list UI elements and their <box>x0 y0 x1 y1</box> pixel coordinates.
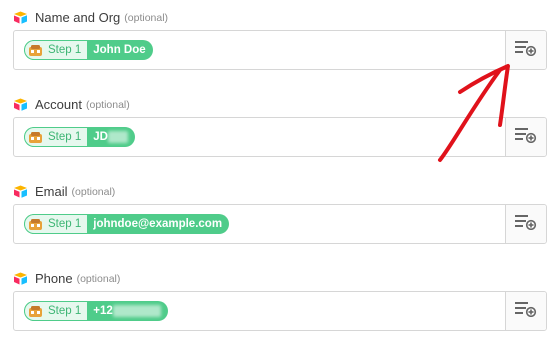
redacted-blur <box>107 130 128 143</box>
pill-step-section: Step 1 <box>24 214 89 234</box>
field-input-box[interactable]: Step 1 johndoe@example.com <box>13 204 547 244</box>
insert-data-icon <box>515 214 537 235</box>
pill-step-section: Step 1 <box>24 40 89 60</box>
airtable-logo-icon <box>13 272 28 285</box>
step-label: Step 1 <box>48 305 82 317</box>
field-label-row: Phone (optional) <box>12 268 548 288</box>
field-title: Account <box>35 96 82 112</box>
pill-value-text: +12 <box>93 305 113 318</box>
mapped-value-pill[interactable]: Step 1 John Doe <box>24 40 153 60</box>
airtable-logo-icon <box>13 98 28 111</box>
insert-data-icon <box>515 127 537 148</box>
optional-tag: (optional) <box>76 273 121 285</box>
field-label-row: Account (optional) <box>12 94 548 114</box>
insert-data-button[interactable] <box>505 118 546 156</box>
insert-data-button[interactable] <box>505 205 546 243</box>
pill-value: John Doe <box>93 44 146 56</box>
pill-value: +12 <box>88 304 168 318</box>
insert-data-icon <box>515 40 537 61</box>
field-name-and-org: Name and Org (optional) Step 1 John Doe <box>12 7 548 70</box>
field-phone: Phone (optional) Step 1 +12 <box>12 268 548 331</box>
field-email: Email (optional) Step 1 johndoe@example.… <box>12 181 548 244</box>
field-input-box[interactable]: Step 1 John Doe <box>13 30 547 70</box>
insert-data-button[interactable] <box>505 292 546 330</box>
step-label: Step 1 <box>48 131 82 143</box>
mapped-value-pill[interactable]: Step 1 +12 <box>24 301 168 321</box>
airtable-logo-icon <box>13 11 28 24</box>
insert-data-button[interactable] <box>505 31 546 69</box>
insert-data-icon <box>515 301 537 322</box>
optional-tag: (optional) <box>85 99 130 111</box>
mapped-value-pill[interactable]: Step 1 JD <box>24 127 135 147</box>
optional-tag: (optional) <box>71 186 116 198</box>
step-label: Step 1 <box>48 218 82 230</box>
field-input-box[interactable]: Step 1 +12 <box>13 291 547 331</box>
step-label: Step 1 <box>48 44 82 56</box>
app-logo-icon <box>28 131 43 144</box>
field-input-box[interactable]: Step 1 JD <box>13 117 547 157</box>
pill-step-section: Step 1 <box>24 301 89 321</box>
pill-value-text: JD <box>93 131 108 144</box>
app-logo-icon <box>28 44 43 57</box>
optional-tag: (optional) <box>124 12 169 24</box>
pill-step-section: Step 1 <box>24 127 89 147</box>
field-title: Email <box>35 183 68 199</box>
pill-value: JD <box>88 130 135 144</box>
field-title: Name and Org <box>35 9 121 25</box>
pill-value: johndoe@example.com <box>93 218 223 230</box>
field-label-row: Email (optional) <box>12 181 548 201</box>
app-logo-icon <box>28 218 43 231</box>
mapped-value-pill[interactable]: Step 1 johndoe@example.com <box>24 214 230 234</box>
airtable-logo-icon <box>13 185 28 198</box>
field-account: Account (optional) Step 1 JD <box>12 94 548 157</box>
app-logo-icon <box>28 305 43 318</box>
field-title: Phone <box>35 270 73 286</box>
field-label-row: Name and Org (optional) <box>12 7 548 27</box>
redacted-blur <box>112 304 161 317</box>
